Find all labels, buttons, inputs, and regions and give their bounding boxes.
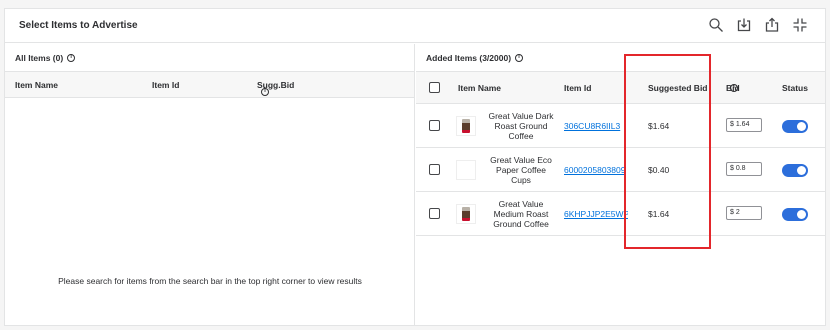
table-row: Great Value Eco Paper Coffee Cups 600020… (416, 148, 825, 192)
item-id-link[interactable]: 6000205803809 (564, 165, 628, 175)
added-items-header: Added Items (3/2000) i (416, 44, 825, 72)
added-items-panel: Added Items (3/2000) i Item Name Item Id… (416, 44, 825, 325)
table-row: Great Value Dark Roast Ground Coffee 306… (416, 104, 825, 148)
page-title: Select Items to Advertise (19, 20, 138, 31)
empty-state-message: Please search for items from the search … (58, 276, 362, 286)
row-checkbox[interactable] (429, 164, 440, 175)
added-items-title: Added Items (3/2000) (426, 52, 512, 63)
all-items-title: All Items (0) (15, 52, 64, 63)
product-thumbnail (456, 160, 476, 180)
download-icon[interactable] (735, 16, 753, 34)
row-checkbox[interactable] (429, 120, 440, 131)
info-icon[interactable]: i (67, 53, 76, 62)
item-name: Great Value Eco Paper Coffee Cups (490, 155, 552, 185)
info-icon[interactable]: i (730, 84, 738, 92)
all-items-column-headers: Item Name Item Id Sugg.Bid i (5, 72, 414, 98)
col-item-id: Item Id (152, 80, 180, 90)
col-item-name: Item Name (15, 80, 58, 90)
toolbar (707, 16, 809, 34)
col-sugg-bid: Sugg.Bid i (257, 80, 294, 96)
item-id-link[interactable]: 6KHPJJP2E5WP (564, 209, 628, 219)
info-icon[interactable]: i (515, 53, 524, 62)
bid-input[interactable]: $ 1.64 (726, 118, 762, 132)
added-items-column-headers: Item Name Item Id Suggested Bid Bid i St… (416, 72, 825, 104)
product-thumbnail (456, 116, 476, 136)
table-row: Great Value Medium Roast Ground Coffee 6… (416, 192, 825, 236)
status-toggle[interactable] (782, 120, 808, 133)
bid-input[interactable]: $ 0.8 (726, 162, 762, 176)
col-bid: Bid i (726, 83, 740, 93)
col-status: Status (782, 83, 808, 93)
collapse-icon[interactable] (791, 16, 809, 34)
col-item-name: Item Name (458, 83, 501, 93)
status-toggle[interactable] (782, 164, 808, 177)
product-thumbnail (456, 204, 476, 224)
status-toggle[interactable] (782, 208, 808, 221)
item-id-link[interactable]: 306CU8R6IIL3 (564, 121, 628, 131)
select-all-checkbox[interactable] (429, 82, 440, 93)
item-name: Great Value Dark Roast Ground Coffee (488, 111, 554, 141)
header-bar: Select Items to Advertise (5, 9, 825, 43)
all-items-header: All Items (0) i (5, 44, 414, 72)
suggested-bid-highlight-box (624, 54, 711, 249)
col-item-id: Item Id (564, 83, 592, 93)
item-name: Great Value Medium Roast Ground Coffee (493, 199, 549, 229)
upload-icon[interactable] (763, 16, 781, 34)
info-icon[interactable]: i (261, 88, 269, 96)
search-icon[interactable] (707, 16, 725, 34)
bid-input[interactable]: $ 2 (726, 206, 762, 220)
row-checkbox[interactable] (429, 208, 440, 219)
all-items-panel: All Items (0) i Item Name Item Id Sugg.B… (5, 44, 415, 325)
